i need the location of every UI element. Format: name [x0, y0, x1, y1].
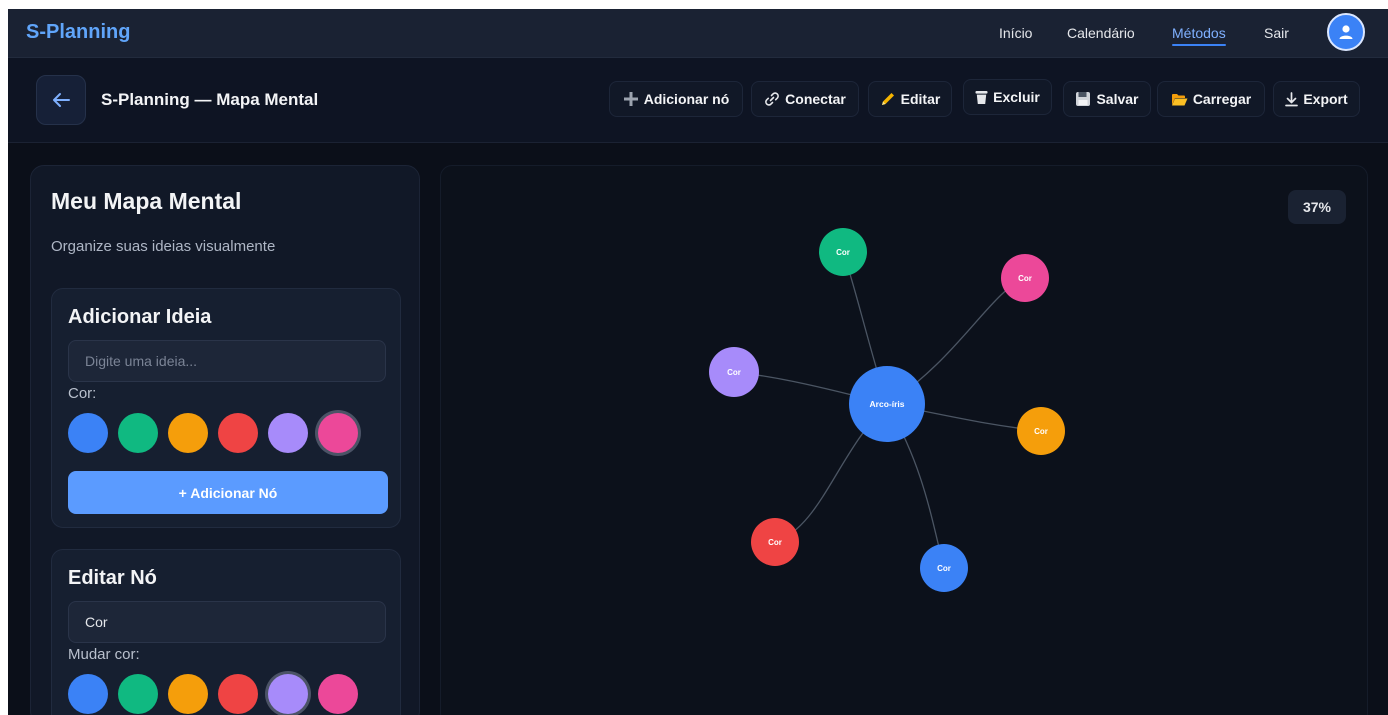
edit-button[interactable]: Editar	[868, 81, 952, 117]
connect-button[interactable]: Conectar	[751, 81, 859, 117]
add-idea-card: Adicionar Ideia Cor: + Adicionar Nó	[51, 288, 401, 528]
export-button[interactable]: Export	[1273, 81, 1360, 117]
floppy-icon	[1076, 92, 1091, 106]
user-icon	[1339, 25, 1353, 39]
change-color-label: Mudar cor:	[68, 646, 140, 663]
editor-toolbar: S-Planning — Mapa Mental Adicionar nó Co…	[8, 58, 1388, 143]
node-label: Cor	[937, 564, 951, 573]
node-label: Cor	[836, 248, 850, 257]
sidebar-title: Meu Mapa Mental	[51, 188, 242, 214]
edit-color-swatches	[68, 674, 358, 714]
mindmap-center-node[interactable]: Arco-íris	[849, 366, 925, 442]
mindmap-node[interactable]: Cor	[751, 518, 799, 566]
nav-link-sair[interactable]: Sair	[1264, 25, 1289, 41]
add-node-label: Adicionar nó	[643, 91, 730, 107]
color-swatch-green[interactable]	[118, 413, 158, 453]
color-swatch-pink[interactable]	[318, 413, 358, 453]
edit-node-title: Editar Nó	[68, 567, 157, 589]
nav-link-inicio[interactable]: Início	[999, 25, 1032, 41]
mindmap-graph: Cor Cor Cor Cor Cor Cor Arco-íris	[709, 228, 1065, 592]
mindmap-canvas[interactable]: 37% Cor Cor Cor Cor Cor Cor Arco-íris	[440, 165, 1368, 715]
color-swatch-orange[interactable]	[168, 413, 208, 453]
arrow-left-icon	[53, 93, 70, 107]
folder-icon	[1171, 93, 1188, 105]
node-name-input[interactable]	[68, 601, 386, 643]
add-color-swatches	[68, 413, 358, 453]
connect-label: Conectar	[785, 91, 846, 107]
nav-link-metodos[interactable]: Métodos	[1172, 25, 1226, 46]
edit-node-card: Editar Nó Mudar cor:	[51, 549, 401, 715]
document-title: S-Planning — Mapa Mental	[101, 90, 319, 109]
delete-label: Excluir	[993, 89, 1040, 105]
color-label: Cor:	[68, 385, 97, 402]
nav-link-calendario[interactable]: Calendário	[1067, 25, 1135, 41]
save-button[interactable]: Salvar	[1063, 81, 1151, 117]
color-swatch-orange[interactable]	[168, 674, 208, 714]
mindmap-node[interactable]: Cor	[1001, 254, 1049, 302]
color-swatch-green[interactable]	[118, 674, 158, 714]
sidebar-panel: Meu Mapa Mental Organize suas ideias vis…	[30, 165, 420, 715]
save-label: Salvar	[1096, 91, 1139, 107]
color-swatch-red[interactable]	[218, 413, 258, 453]
user-avatar[interactable]	[1327, 13, 1365, 51]
color-swatch-blue[interactable]	[68, 674, 108, 714]
export-label: Export	[1303, 91, 1348, 107]
node-label: Arco-íris	[870, 399, 905, 409]
node-label: Cor	[1034, 427, 1048, 436]
mindmap-node[interactable]: Cor	[920, 544, 968, 592]
mindmap-node[interactable]: Cor	[819, 228, 867, 276]
node-label: Cor	[727, 368, 741, 377]
load-button[interactable]: Carregar	[1157, 81, 1265, 117]
node-label: Cor	[768, 538, 782, 547]
app-window: S-Planning Início Calendário Métodos Sai…	[8, 9, 1388, 715]
idea-input[interactable]	[68, 340, 386, 382]
mindmap-node[interactable]: Cor	[1017, 407, 1065, 455]
delete-button[interactable]: Excluir	[963, 79, 1052, 115]
load-label: Carregar	[1192, 91, 1252, 107]
color-swatch-red[interactable]	[218, 674, 258, 714]
add-idea-title: Adicionar Ideia	[68, 306, 212, 328]
top-navbar: S-Planning Início Calendário Métodos Sai…	[8, 9, 1388, 58]
color-swatch-pink[interactable]	[318, 674, 358, 714]
plus-icon	[623, 92, 638, 106]
edit-label: Editar	[900, 91, 941, 107]
node-label: Cor	[1018, 274, 1032, 283]
sidebar-subtitle: Organize suas ideias visualmente	[51, 238, 276, 255]
color-swatch-purple[interactable]	[268, 413, 308, 453]
add-node-button[interactable]: Adicionar nó	[609, 81, 743, 117]
mindmap-node[interactable]: Cor	[709, 347, 759, 397]
link-icon	[765, 92, 780, 106]
color-swatch-blue[interactable]	[68, 413, 108, 453]
download-icon	[1285, 91, 1299, 106]
trash-icon	[975, 90, 988, 104]
color-swatch-purple[interactable]	[268, 674, 308, 714]
back-button[interactable]	[36, 75, 86, 125]
add-node-submit-button[interactable]: + Adicionar Nó	[68, 471, 388, 514]
brand-logo[interactable]: S-Planning	[26, 21, 130, 44]
pencil-icon	[881, 93, 894, 105]
